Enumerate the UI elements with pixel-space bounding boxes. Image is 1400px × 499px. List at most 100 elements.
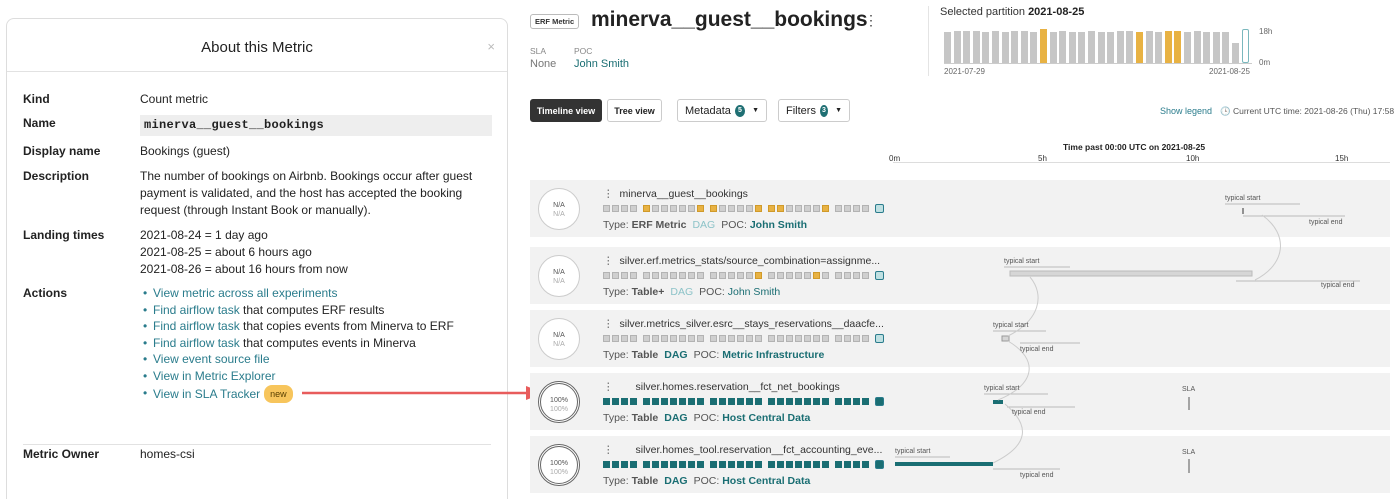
partition-bar[interactable]	[1020, 31, 1028, 63]
partition-block[interactable]	[621, 205, 628, 212]
action-link[interactable]: View metric across all experiments	[153, 286, 338, 300]
partition-block[interactable]	[786, 272, 793, 279]
filters-dropdown[interactable]: Filters 3 ▼	[778, 99, 850, 122]
partition-block[interactable]	[844, 272, 851, 279]
partition-bar[interactable]	[1222, 32, 1230, 63]
partition-block[interactable]	[737, 205, 744, 212]
partition-bar[interactable]	[1088, 31, 1095, 63]
timeline-view-button[interactable]: Timeline view	[530, 99, 602, 122]
dag-link[interactable]: DAG	[664, 475, 687, 487]
partition-block[interactable]	[746, 398, 753, 405]
partition-bar[interactable]	[1001, 32, 1009, 63]
partition-block[interactable]	[862, 398, 869, 405]
partition-block[interactable]	[652, 335, 659, 342]
partition-block[interactable]	[630, 461, 637, 468]
poc-link[interactable]: Metric Infrastructure	[722, 349, 824, 361]
action-link[interactable]: View in Metric Explorer	[153, 369, 275, 383]
selected-partition-block[interactable]	[875, 460, 884, 469]
kebab-menu-icon[interactable]: ⋮	[864, 12, 878, 29]
partition-block[interactable]	[804, 205, 811, 212]
partition-block[interactable]	[697, 335, 704, 342]
partition-block[interactable]	[844, 461, 851, 468]
partition-block[interactable]	[795, 272, 802, 279]
partition-block[interactable]	[844, 398, 851, 405]
partition-bar[interactable]	[1164, 31, 1172, 63]
partition-bar[interactable]	[1116, 31, 1124, 63]
partition-block[interactable]	[786, 461, 793, 468]
partition-bar[interactable]	[1068, 32, 1076, 63]
partition-block[interactable]	[621, 335, 628, 342]
partition-block[interactable]	[710, 205, 717, 212]
sla-tracker-link[interactable]: View in SLA Tracker	[153, 387, 260, 401]
partition-block[interactable]	[661, 398, 668, 405]
partition-block[interactable]	[755, 335, 762, 342]
partition-block[interactable]	[822, 205, 829, 212]
partition-block[interactable]	[804, 398, 811, 405]
partition-bar[interactable]	[992, 31, 999, 63]
partition-bar[interactable]	[1212, 32, 1220, 63]
kebab-menu-icon[interactable]: ⋮	[603, 444, 614, 456]
partition-block[interactable]	[853, 205, 860, 212]
partition-block[interactable]	[786, 398, 793, 405]
partition-block[interactable]	[746, 272, 753, 279]
partition-block[interactable]	[643, 461, 650, 468]
partition-block[interactable]	[853, 461, 860, 468]
partition-block[interactable]	[697, 272, 704, 279]
partition-block[interactable]	[835, 335, 842, 342]
partition-block[interactable]	[737, 272, 744, 279]
partition-block[interactable]	[679, 205, 686, 212]
partition-block[interactable]	[603, 205, 610, 212]
partition-block[interactable]	[643, 335, 650, 342]
partition-block[interactable]	[603, 272, 610, 279]
partition-block[interactable]	[728, 205, 735, 212]
partition-block[interactable]	[746, 205, 753, 212]
partition-block[interactable]	[719, 398, 726, 405]
action-link[interactable]: Find airflow task	[153, 336, 240, 350]
partition-block[interactable]	[652, 398, 659, 405]
partition-block[interactable]	[719, 272, 726, 279]
partition-block[interactable]	[862, 272, 869, 279]
partition-block[interactable]	[768, 461, 775, 468]
partition-block[interactable]	[768, 272, 775, 279]
action-link[interactable]: Find airflow task	[153, 319, 240, 333]
metric-row[interactable]: 100% 100% ⋮ silver.homes.reservation__fct_n…	[530, 373, 1390, 430]
partition-block[interactable]	[737, 461, 744, 468]
kebab-menu-icon[interactable]: ⋮	[603, 381, 614, 393]
poc-link[interactable]: John Smith	[750, 219, 807, 231]
partition-bar[interactable]	[1049, 32, 1057, 63]
partition-bar[interactable]	[1174, 31, 1182, 63]
partition-block[interactable]	[612, 272, 619, 279]
partition-block[interactable]	[679, 398, 686, 405]
partition-bar[interactable]	[1097, 32, 1105, 63]
partition-bar[interactable]	[1145, 31, 1153, 63]
partition-block[interactable]	[795, 335, 802, 342]
partition-bar[interactable]	[1059, 31, 1067, 63]
poc-link[interactable]: Host Central Data	[722, 475, 810, 487]
tree-view-button[interactable]: Tree view	[607, 99, 662, 122]
partition-block[interactable]	[822, 272, 829, 279]
partition-block[interactable]	[630, 398, 637, 405]
partition-bar[interactable]	[1155, 32, 1163, 63]
partition-block[interactable]	[630, 205, 637, 212]
partition-block[interactable]	[621, 272, 628, 279]
partition-block[interactable]	[768, 398, 775, 405]
partition-block[interactable]	[737, 398, 744, 405]
selected-partition-block[interactable]	[875, 204, 884, 213]
partition-block[interactable]	[710, 398, 717, 405]
poc-link[interactable]: Host Central Data	[722, 412, 810, 424]
partition-block[interactable]	[603, 335, 610, 342]
partition-block[interactable]	[786, 205, 793, 212]
show-legend-link[interactable]: Show legend	[1160, 106, 1212, 116]
metric-row[interactable]: N/A N/A ⋮ minerva__guest__bookings Type: ERF…	[530, 180, 1390, 237]
partition-block[interactable]	[710, 461, 717, 468]
partition-bar[interactable]	[963, 31, 971, 63]
kebab-menu-icon[interactable]: ⋮	[603, 255, 614, 267]
selected-partition-bar[interactable]	[1241, 29, 1249, 63]
partition-block[interactable]	[643, 398, 650, 405]
partition-block[interactable]	[813, 205, 820, 212]
partition-block[interactable]	[688, 335, 695, 342]
partition-block[interactable]	[710, 335, 717, 342]
partition-block[interactable]	[853, 398, 860, 405]
partition-block[interactable]	[643, 272, 650, 279]
partition-block[interactable]	[670, 398, 677, 405]
